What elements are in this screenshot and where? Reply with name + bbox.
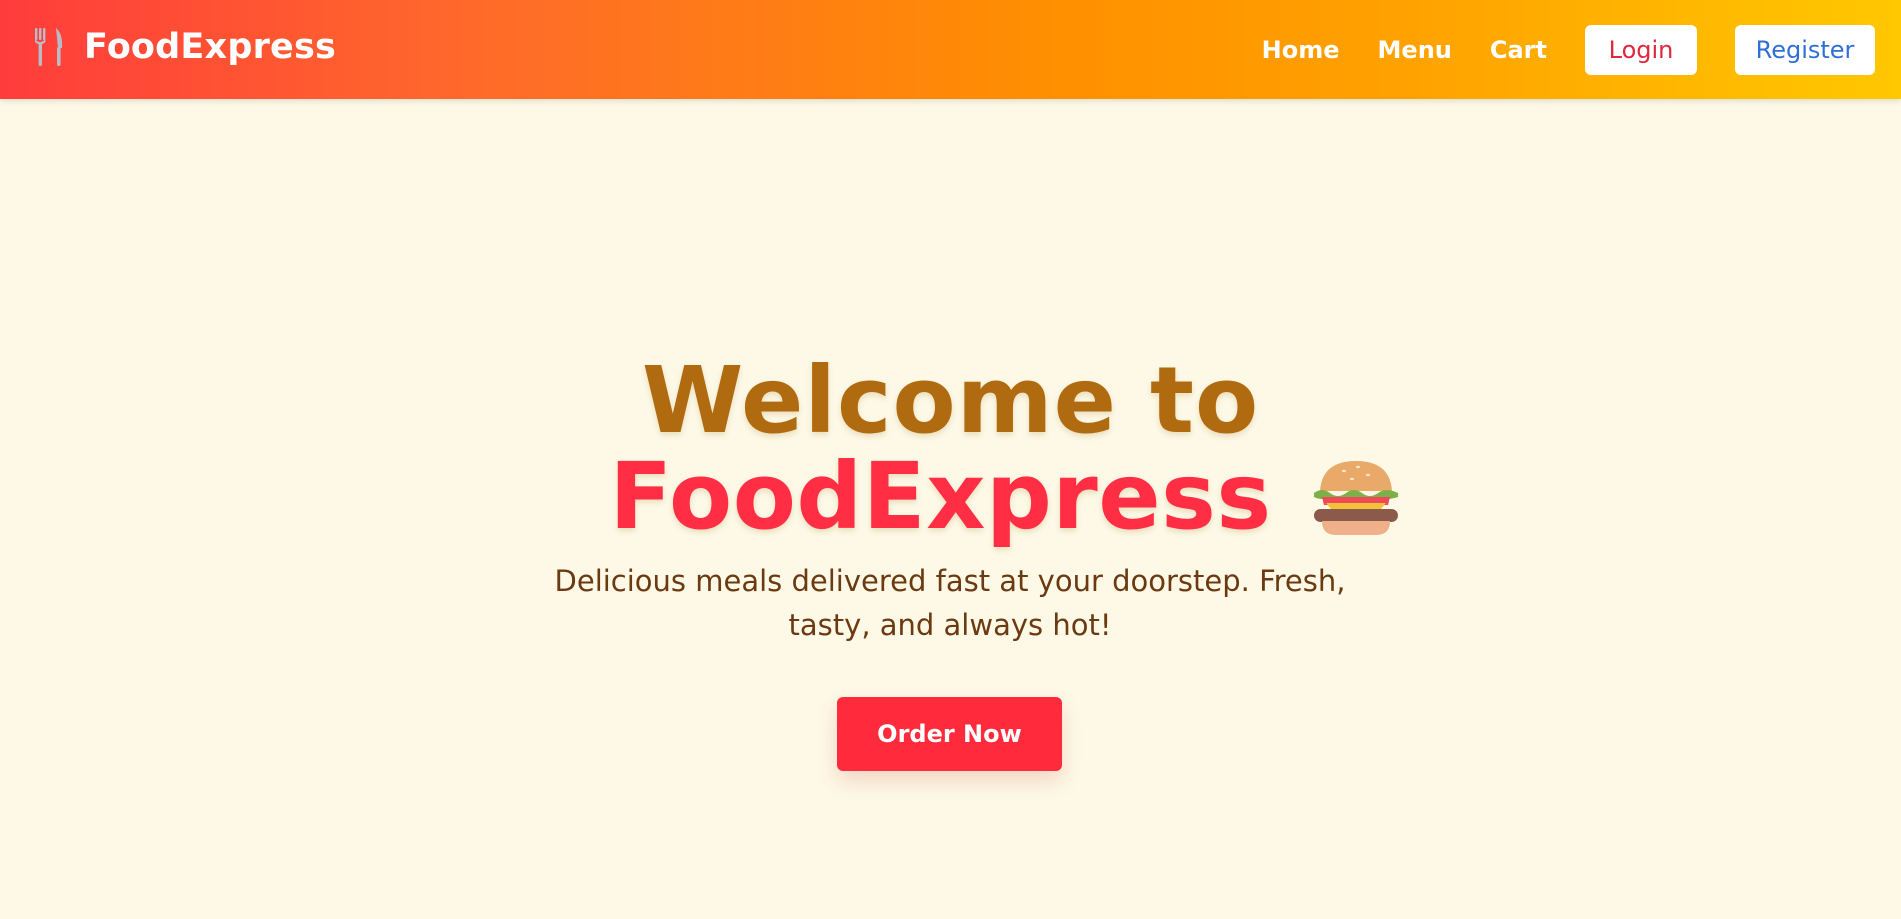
nav-link-cart[interactable]: Cart: [1490, 24, 1547, 76]
hero-title-brand: FoodExpress: [609, 443, 1272, 550]
register-button[interactable]: Register: [1735, 25, 1875, 75]
hero-tagline: Delicious meals delivered fast at your d…: [554, 564, 1346, 642]
top-navbar: FoodExpress Home Menu Cart Login Registe…: [0, 0, 1901, 99]
nav-link-menu[interactable]: Menu: [1378, 24, 1452, 76]
burger-icon: [1313, 461, 1398, 535]
brand-name: FoodExpress: [84, 27, 337, 67]
hero-title-line-1: Welcome to: [641, 347, 1260, 454]
hero-section: Welcome to FoodExpress Delicious meals d…: [0, 99, 1901, 919]
nav-links: Home Menu Cart Login Register: [1262, 24, 1875, 76]
hero-title-line-2: FoodExpress: [0, 451, 1901, 543]
login-button[interactable]: Login: [1585, 25, 1697, 75]
order-now-button[interactable]: Order Now: [837, 697, 1062, 771]
brand[interactable]: FoodExpress: [32, 26, 336, 68]
fork-knife-icon: [35, 28, 63, 66]
nav-link-home[interactable]: Home: [1262, 24, 1340, 76]
